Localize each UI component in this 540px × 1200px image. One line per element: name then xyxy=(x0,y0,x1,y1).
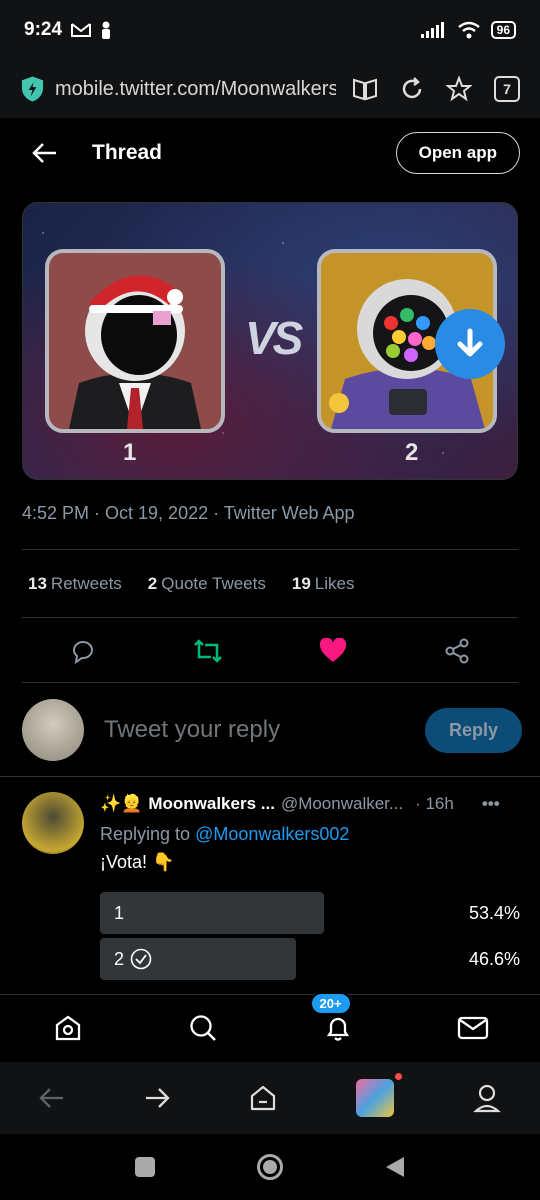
replying-to-link[interactable]: @Moonwalkers002 xyxy=(195,824,349,844)
likes-stat[interactable]: 19 Likes xyxy=(292,574,355,594)
sparkle-person-emoji-icon: ✨👱 xyxy=(100,794,143,813)
recents-button-icon[interactable] xyxy=(134,1156,156,1178)
thread-header: Thread Open app xyxy=(0,118,540,188)
browser-profile-avatar[interactable] xyxy=(356,1073,403,1117)
quotes-stat[interactable]: 2 Quote Tweets xyxy=(148,574,266,594)
account-icon[interactable] xyxy=(472,1083,501,1113)
reply-header: ✨👱 Moonwalkers ... @Moonwalker... · 16h … xyxy=(100,794,500,814)
nav-notifications[interactable]: 20+ xyxy=(309,991,358,1048)
signal-icon xyxy=(420,22,444,38)
nav-search[interactable] xyxy=(183,1008,223,1048)
android-nav-bar xyxy=(0,1134,540,1200)
likes-label: Likes xyxy=(314,574,355,593)
status-time: 9:24 xyxy=(24,19,63,40)
tweet-image[interactable]: VS 1 2 xyxy=(22,202,518,480)
search-icon xyxy=(189,1014,216,1041)
notification-dot xyxy=(395,1073,403,1080)
user-avatar[interactable] xyxy=(22,699,84,761)
retweet-icon[interactable] xyxy=(193,638,223,664)
reply-composer: Tweet your reply Reply xyxy=(22,695,522,765)
tweet-stats: 13 Retweets 2 Quote Tweets 19 Likes xyxy=(28,574,354,594)
page-title: Thread xyxy=(92,141,163,164)
reply-author-handle[interactable]: @Moonwalker... xyxy=(281,794,403,814)
browser-bottom-bar xyxy=(0,1062,540,1134)
reader-mode-icon[interactable] xyxy=(352,77,378,101)
nft-label-2: 2 xyxy=(405,439,419,466)
back-arrow-icon[interactable] xyxy=(20,142,70,164)
replying-prefix: Replying to xyxy=(100,824,196,844)
poll-option-label: 2 xyxy=(114,948,125,969)
nft-image-astronaut-santa xyxy=(45,249,225,433)
share-icon[interactable] xyxy=(444,638,470,664)
open-app-button[interactable]: Open app xyxy=(395,132,520,174)
poll-option-1: 1 53.4% xyxy=(100,892,520,934)
divider xyxy=(22,549,518,550)
likes-count: 19 xyxy=(291,574,311,593)
refresh-icon[interactable] xyxy=(400,77,424,101)
retweets-stat[interactable]: 13 Retweets xyxy=(28,574,122,594)
notifications-badge: 20+ xyxy=(309,991,352,1015)
poll-option-2: 2 46.6% xyxy=(100,938,520,980)
reply-icon[interactable] xyxy=(70,638,96,664)
home-icon xyxy=(55,1015,80,1040)
retweets-count: 13 xyxy=(28,574,47,593)
download-button[interactable] xyxy=(435,309,505,379)
retweets-label: Retweets xyxy=(50,574,122,593)
nft-label-1: 1 xyxy=(123,439,137,466)
gmail-icon xyxy=(71,23,92,37)
star-icon[interactable] xyxy=(446,76,472,102)
replying-to: Replying to @Moonwalkers002 xyxy=(100,824,349,845)
reply-button[interactable]: Reply xyxy=(424,707,522,753)
more-options-icon[interactable]: ••• xyxy=(482,794,500,814)
divider xyxy=(22,682,518,683)
browser-forward-icon[interactable] xyxy=(144,1087,170,1109)
poll-bar xyxy=(100,892,325,934)
poll-option-label: 1 xyxy=(114,902,125,923)
bell-icon xyxy=(326,1017,349,1041)
status-bar: 9:24 96 xyxy=(0,0,540,60)
quotes-label: Quote Tweets xyxy=(161,574,266,593)
url-text[interactable]: mobile.twitter.com/Moonwalkers( xyxy=(55,78,336,101)
browser-url-bar[interactable]: mobile.twitter.com/Moonwalkers( 7 xyxy=(0,60,540,118)
reply-input[interactable]: Tweet your reply xyxy=(104,716,280,744)
like-heart-icon[interactable] xyxy=(319,638,347,664)
poll-percent: 53.4% xyxy=(468,902,520,923)
reply-author-avatar[interactable] xyxy=(22,792,84,854)
tweet-timestamp[interactable]: 4:52 PM · Oct 19, 2022 · Twitter Web App xyxy=(22,503,355,524)
divider xyxy=(22,617,518,618)
quotes-count: 2 xyxy=(147,574,158,593)
tab-count-button[interactable]: 7 xyxy=(494,76,520,102)
browser-home-icon[interactable] xyxy=(248,1083,278,1113)
download-arrow-icon xyxy=(457,328,483,357)
mail-icon xyxy=(457,1016,488,1039)
reply-time: · 16h xyxy=(415,794,454,813)
tweet-actions xyxy=(22,630,518,672)
check-circle-icon xyxy=(130,948,152,970)
wifi-icon xyxy=(457,21,480,39)
back-button-icon[interactable] xyxy=(384,1155,406,1179)
poll-percent: 46.6% xyxy=(468,948,520,969)
shield-icon[interactable] xyxy=(20,75,45,103)
browser-back-icon[interactable] xyxy=(39,1087,65,1109)
reply-text: ¡Vota! 👇 xyxy=(100,852,175,872)
nav-home[interactable] xyxy=(48,1008,88,1048)
vs-text: VS xyxy=(245,312,303,364)
battery-indicator: 96 xyxy=(490,21,516,39)
home-button-icon[interactable] xyxy=(256,1153,284,1181)
reply-author-name[interactable]: Moonwalkers ... xyxy=(148,794,275,814)
lock-person-icon xyxy=(102,21,111,39)
nav-messages[interactable] xyxy=(453,1008,493,1048)
divider xyxy=(0,776,540,777)
twitter-bottom-nav: 20+ xyxy=(0,991,540,1060)
